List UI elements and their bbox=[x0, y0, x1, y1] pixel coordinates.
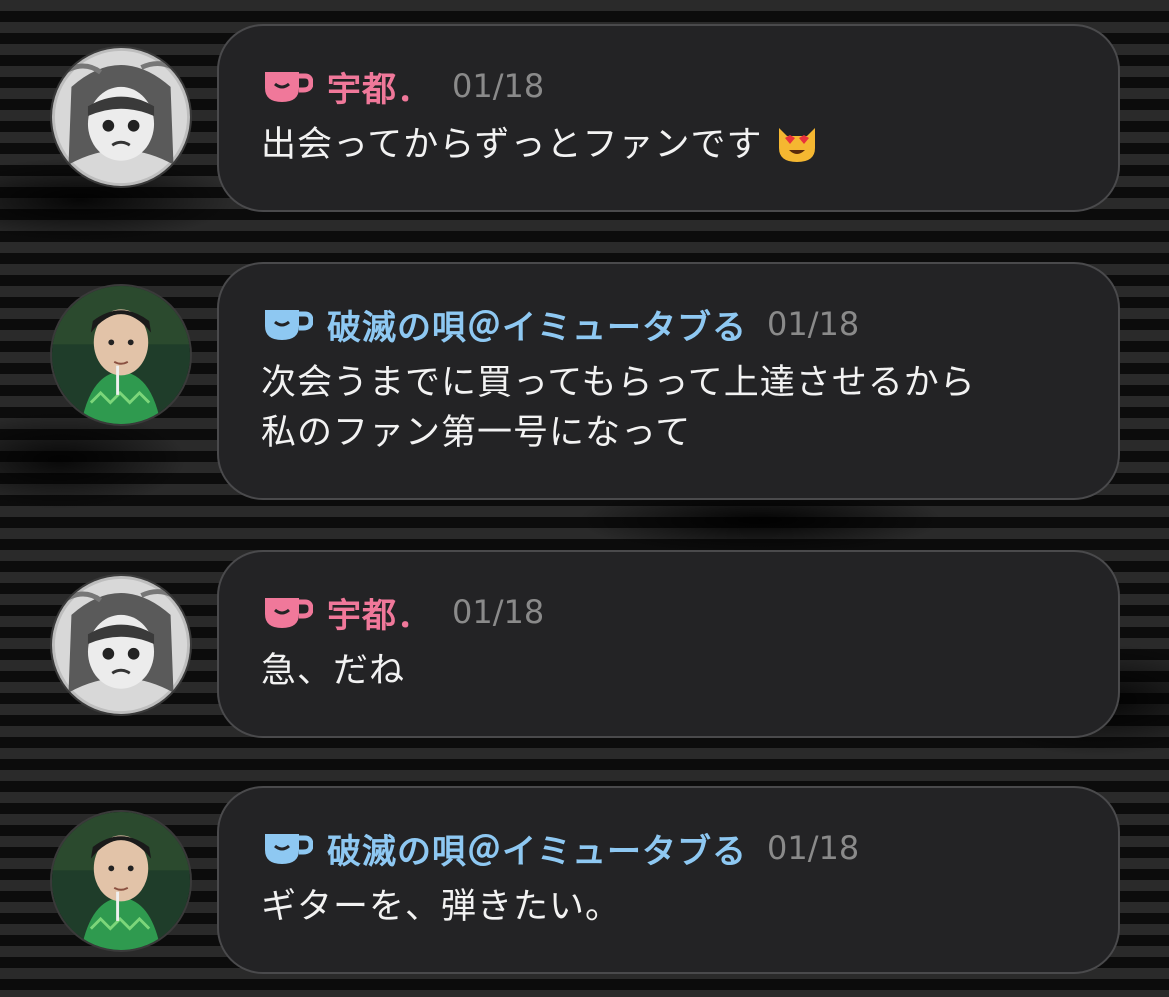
message-text: 急、だね bbox=[261, 651, 406, 691]
message-bubble[interactable]: 破滅の唄＠イミュータブる 01/18 次会うまでに買ってもらって上達させるから … bbox=[217, 262, 1120, 500]
message-header: 破滅の唄＠イミュータブる 01/18 bbox=[261, 300, 1078, 348]
sender-name[interactable]: 宇都． bbox=[327, 588, 432, 637]
message-bubble[interactable]: 破滅の唄＠イミュータブる 01/18 ギターを、弾きたい。 bbox=[217, 786, 1120, 974]
message-date: 01/18 bbox=[452, 67, 545, 105]
sender-name[interactable]: 破滅の唄＠イミュータブる bbox=[327, 300, 747, 349]
message-date: 01/18 bbox=[452, 593, 545, 631]
message-date: 01/18 bbox=[767, 829, 860, 867]
avatar[interactable] bbox=[50, 574, 192, 716]
cup-icon bbox=[261, 828, 313, 868]
message-bubble[interactable]: 宇都． 01/18 出会ってからずっとファンです bbox=[217, 24, 1120, 212]
sender-name[interactable]: 破滅の唄＠イミュータブる bbox=[327, 824, 747, 873]
message-header: 宇都． 01/18 bbox=[261, 588, 1078, 636]
message-text-content: 出会ってからずっとファンです bbox=[261, 125, 763, 165]
message-text: 次会うまでに買ってもらって上達させるから 私のファン第一号になって bbox=[261, 363, 976, 453]
message-date: 01/18 bbox=[767, 305, 860, 343]
message-header: 破滅の唄＠イミュータブる 01/18 bbox=[261, 824, 1078, 872]
sender-name[interactable]: 宇都． bbox=[327, 62, 432, 111]
avatar[interactable] bbox=[50, 46, 192, 188]
cup-icon bbox=[261, 592, 313, 632]
message-text: ギターを、弾きたい。 bbox=[261, 887, 622, 927]
message-bubble[interactable]: 宇都． 01/18 急、だね bbox=[217, 550, 1120, 738]
smiling-cat-heart-eyes-icon bbox=[775, 120, 819, 164]
cup-icon bbox=[261, 66, 313, 106]
avatar[interactable] bbox=[50, 810, 192, 952]
message-header: 宇都． 01/18 bbox=[261, 62, 1078, 110]
cup-icon bbox=[261, 304, 313, 344]
message-text: 出会ってからずっとファンです bbox=[261, 120, 1078, 170]
avatar[interactable] bbox=[50, 284, 192, 426]
